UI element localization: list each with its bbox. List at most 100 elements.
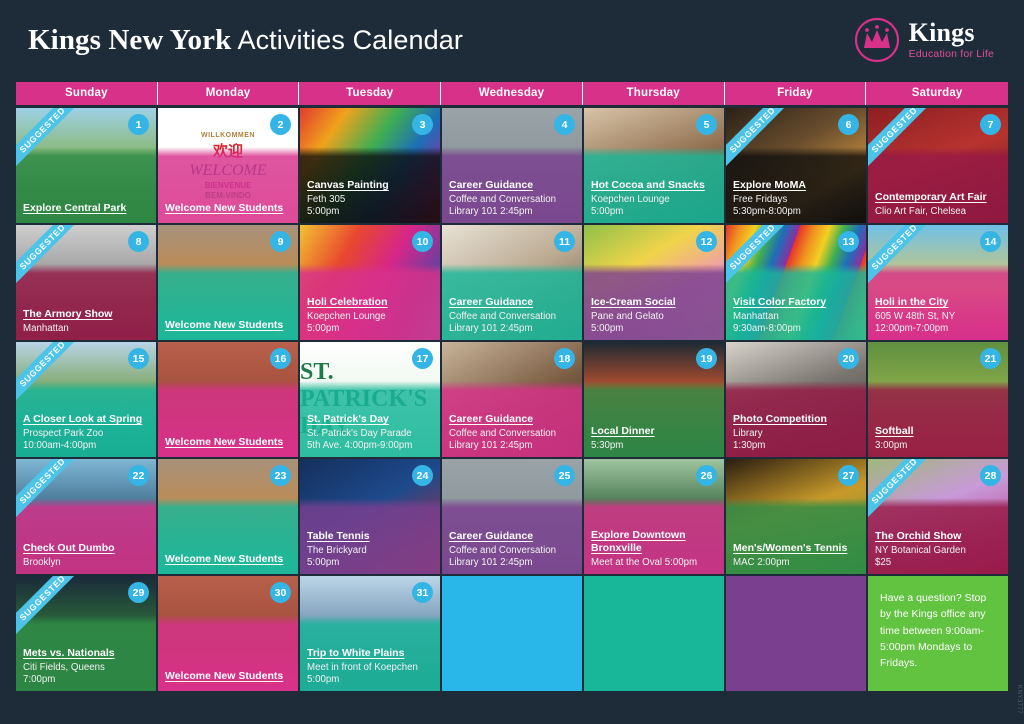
event-detail-line: MAC 2:00pm bbox=[733, 556, 790, 568]
event-detail-line: Koepchen Lounge bbox=[307, 311, 386, 323]
event-title-link[interactable]: The Orchid Show bbox=[875, 530, 961, 542]
event-caption: St. Patrick's Day St. Patrick's Day Parad… bbox=[300, 404, 440, 457]
event-caption: Hot Cocoa and Snacks Koepchen Lounge 5:00p… bbox=[584, 170, 724, 223]
calendar-day-cell[interactable]: SUGGESTED 14 Holi in the City 605 W 48th St… bbox=[868, 225, 1008, 340]
date-badge: 12 bbox=[696, 231, 717, 252]
event-title-link[interactable]: Mets vs. Nationals bbox=[23, 647, 115, 659]
calendar-day-cell[interactable]: 21 Softball 3:00pm bbox=[868, 342, 1008, 457]
calendar-day-cell[interactable]: SUGGESTED 13 Visit Color Factory Manhattan 9… bbox=[726, 225, 866, 340]
calendar-day-cell[interactable]: SUGGESTED 6 Explore MoMA Free Fridays 5:30pm… bbox=[726, 108, 866, 223]
event-title-link[interactable]: Table Tennis bbox=[307, 530, 370, 542]
event-title-link[interactable]: Explore Downtown Bronxville bbox=[591, 529, 717, 554]
event-caption: A Closer Look at Spring Prospect Park Zoo… bbox=[16, 404, 156, 457]
event-title-link[interactable]: Canvas Painting bbox=[307, 179, 389, 191]
calendar-day-cell[interactable]: 11 Career Guidance Coffee and Conversation… bbox=[442, 225, 582, 340]
event-caption: Career Guidance Coffee and Conversation Li… bbox=[442, 521, 582, 574]
event-title-link[interactable]: Career Guidance bbox=[449, 530, 533, 542]
date-badge: 7 bbox=[980, 114, 1001, 135]
event-title-link[interactable]: Visit Color Factory bbox=[733, 296, 826, 308]
calendar-day-cell[interactable]: 12 Ice-Cream Social Pane and Gelato 5:00pm bbox=[584, 225, 724, 340]
event-title-link[interactable]: Ice-Cream Social bbox=[591, 296, 676, 308]
event-caption: Trip to White Plains Meet in front of Koe… bbox=[300, 638, 440, 691]
event-detail-line: Clio Art Fair, Chelsea bbox=[875, 205, 966, 217]
event-detail-line: The Brickyard bbox=[307, 545, 367, 557]
event-title-link[interactable]: Explore MoMA bbox=[733, 179, 806, 191]
event-title-link[interactable]: Local Dinner bbox=[591, 425, 655, 437]
event-title-link[interactable]: Welcome New Students bbox=[165, 202, 283, 214]
calendar-day-cell[interactable]: SUGGESTED 1 Explore Central Park bbox=[16, 108, 156, 223]
event-title-link[interactable]: Contemporary Art Fair bbox=[875, 191, 987, 203]
event-caption: Mets vs. Nationals Citi Fields, Queens 7:0… bbox=[16, 638, 156, 691]
calendar-day-cell[interactable]: 5 Hot Cocoa and Snacks Koepchen Lounge 5:00… bbox=[584, 108, 724, 223]
event-detail-line: Pane and Gelato bbox=[591, 311, 664, 323]
event-detail-line: 3:00pm bbox=[875, 439, 908, 451]
event-title-link[interactable]: Career Guidance bbox=[449, 413, 533, 425]
date-badge: 9 bbox=[270, 231, 291, 252]
empty-day-cell bbox=[442, 576, 582, 691]
calendar-day-cell[interactable]: SUGGESTED 7 Contemporary Art Fair Clio Art … bbox=[868, 108, 1008, 223]
date-badge: 31 bbox=[412, 582, 433, 603]
calendar-day-cell[interactable]: 20 Photo Competition Library 1:30pm bbox=[726, 342, 866, 457]
calendar-day-cell[interactable]: SUGGESTED 22 Check Out Dumbo Brooklyn bbox=[16, 459, 156, 574]
calendar-day-cell[interactable]: 18 Career Guidance Coffee and Conversation… bbox=[442, 342, 582, 457]
event-title-link[interactable]: A Closer Look at Spring bbox=[23, 413, 142, 425]
event-title-link[interactable]: Softball bbox=[875, 425, 914, 437]
day-of-week-header-row: Sunday Monday Tuesday Wednesday Thursday Frid… bbox=[16, 82, 1008, 105]
calendar-day-cell[interactable]: SUGGESTED 15 A Closer Look at Spring Prospe… bbox=[16, 342, 156, 457]
calendar-day-cell[interactable]: 10 Holi Celebration Koepchen Lounge 5:00pm bbox=[300, 225, 440, 340]
event-title-link[interactable]: Welcome New Students bbox=[165, 436, 283, 448]
event-caption: Visit Color Factory Manhattan 9:30am-8:00p… bbox=[726, 287, 866, 340]
event-title-link[interactable]: Welcome New Students bbox=[165, 319, 283, 331]
calendar-day-cell[interactable]: 3 Canvas Painting Feth 305 5:00pm bbox=[300, 108, 440, 223]
event-detail-line: St. Patrick's Day Parade bbox=[307, 428, 412, 440]
day-header-friday: Friday bbox=[725, 82, 867, 105]
event-title-link[interactable]: Career Guidance bbox=[449, 296, 533, 308]
event-detail-line: Library 101 2:45pm bbox=[449, 439, 533, 451]
date-badge: 19 bbox=[696, 348, 717, 369]
calendar-day-cell[interactable]: WILLKOMMEN欢迎WELCOMEBIENVENUEBEM-VINDO2We… bbox=[158, 108, 298, 223]
event-title-link[interactable]: Welcome New Students bbox=[165, 553, 283, 565]
empty-day-cell bbox=[584, 576, 724, 691]
date-badge: 24 bbox=[412, 465, 433, 486]
event-title-link[interactable]: The Armory Show bbox=[23, 308, 112, 320]
event-caption: The Armory Show Manhattan bbox=[16, 299, 156, 340]
calendar-day-cell[interactable]: 25 Career Guidance Coffee and Conversation… bbox=[442, 459, 582, 574]
office-hours-note-cell: Have a question? Stop by the Kings offic… bbox=[868, 576, 1008, 691]
event-title-link[interactable]: Check Out Dumbo bbox=[23, 542, 115, 554]
event-title-link[interactable]: Holi in the City bbox=[875, 296, 949, 308]
day-header-sunday: Sunday bbox=[16, 82, 158, 105]
calendar-day-cell[interactable]: 27 Men's/Women's Tennis MAC 2:00pm bbox=[726, 459, 866, 574]
calendar-day-cell[interactable]: 23 Welcome New Students bbox=[158, 459, 298, 574]
calendar-day-cell[interactable]: 31 Trip to White Plains Meet in front of K… bbox=[300, 576, 440, 691]
event-title-link[interactable]: Holi Celebration bbox=[307, 296, 388, 308]
event-title-link[interactable]: St. Patrick's Day bbox=[307, 413, 389, 425]
event-title-link[interactable]: Career Guidance bbox=[449, 179, 533, 191]
event-title-link[interactable]: Welcome New Students bbox=[165, 670, 283, 682]
event-caption: Welcome New Students bbox=[158, 193, 298, 223]
event-detail-line: 5th Ave. 4:00pm-9:00pm bbox=[307, 439, 413, 451]
event-title-link[interactable]: Explore Central Park bbox=[23, 202, 126, 214]
calendar-day-cell[interactable]: SUGGESTED 28 The Orchid Show NY Botanical G… bbox=[868, 459, 1008, 574]
event-detail-line: 5:00pm bbox=[591, 205, 624, 217]
calendar-day-cell[interactable]: 19 Local Dinner 5:30pm bbox=[584, 342, 724, 457]
calendar-day-cell[interactable]: 30 Welcome New Students bbox=[158, 576, 298, 691]
kings-logo: Kings Education for Life bbox=[854, 17, 994, 63]
event-detail-line: Coffee and Conversation bbox=[449, 428, 556, 440]
empty-day-cell bbox=[726, 576, 866, 691]
event-title-link[interactable]: Hot Cocoa and Snacks bbox=[591, 179, 705, 191]
event-title-link[interactable]: Trip to White Plains bbox=[307, 647, 404, 659]
calendar-day-cell[interactable]: SUGGESTED 8 The Armory Show Manhattan bbox=[16, 225, 156, 340]
kings-crown-icon bbox=[854, 17, 900, 63]
event-title-link[interactable]: Photo Competition bbox=[733, 413, 827, 425]
calendar-day-cell[interactable]: 24 Table Tennis The Brickyard 5:00pm bbox=[300, 459, 440, 574]
calendar-day-cell[interactable]: SUGGESTED 29 Mets vs. Nationals Citi Fields… bbox=[16, 576, 156, 691]
calendar-day-cell[interactable]: 4 Career Guidance Coffee and Conversation L… bbox=[442, 108, 582, 223]
event-caption: Ice-Cream Social Pane and Gelato 5:00pm bbox=[584, 287, 724, 340]
calendar-day-cell[interactable]: ST. PATRICK'S DAY17St. Patrick's DaySt. … bbox=[300, 342, 440, 457]
event-title-link[interactable]: Men's/Women's Tennis bbox=[733, 542, 847, 554]
calendar-day-cell[interactable]: 26 Explore Downtown Bronxville Meet at the… bbox=[584, 459, 724, 574]
calendar-day-cell[interactable]: 9 Welcome New Students bbox=[158, 225, 298, 340]
calendar-day-cell[interactable]: 16 Welcome New Students bbox=[158, 342, 298, 457]
event-caption: Welcome New Students bbox=[158, 544, 298, 574]
logo-text-block: Kings Education for Life bbox=[909, 20, 994, 60]
